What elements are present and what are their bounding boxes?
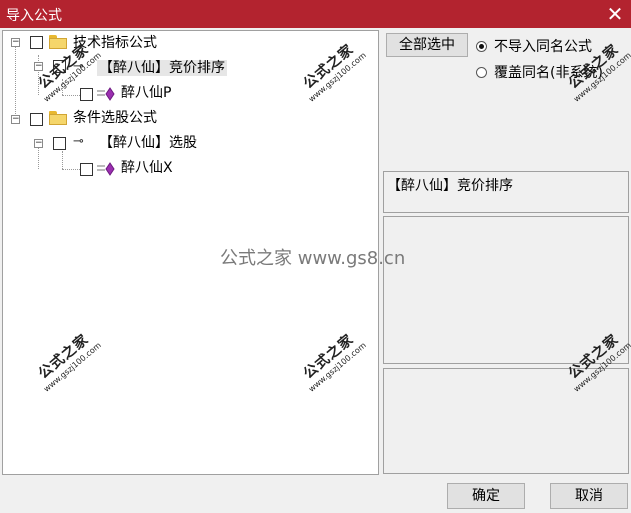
- tree-checkbox[interactable]: [30, 36, 43, 49]
- collapse-toggle[interactable]: −: [34, 62, 43, 71]
- tree-checkbox[interactable]: [53, 60, 66, 73]
- key-icon: ⊸: [73, 134, 84, 149]
- tree-item-label: 醉八仙P: [121, 85, 172, 101]
- tree-item-label: 条件选股公式: [73, 110, 157, 126]
- close-icon[interactable]: ✕: [603, 2, 627, 26]
- radio-label: 不导入同名公式: [494, 39, 592, 55]
- tree-connector: [62, 95, 80, 96]
- select-all-button[interactable]: 全部选中: [386, 33, 468, 57]
- tree-connector: [62, 151, 63, 169]
- folder-icon: [49, 35, 67, 49]
- tree-connector: [62, 169, 80, 170]
- key-icon: ⊸: [73, 59, 84, 74]
- tree-connector: [62, 79, 63, 95]
- tree-checkbox[interactable]: [30, 113, 43, 126]
- tree-item-label: 【醉八仙】选股: [99, 135, 197, 151]
- tree-item-label: 醉八仙X: [121, 160, 173, 176]
- collapse-toggle[interactable]: −: [34, 139, 43, 148]
- gem-icon: [97, 87, 115, 101]
- center-watermark: 公式之家 www.gs8.cn: [220, 248, 406, 269]
- folder-icon: [49, 111, 67, 125]
- tree-item-label: 【醉八仙】竞价排序: [97, 60, 227, 76]
- collapse-toggle[interactable]: −: [11, 115, 20, 124]
- tree-item-label: 技术指标公式: [73, 35, 157, 51]
- radio-overwrite[interactable]: 覆盖同名(非系统): [476, 62, 603, 82]
- gem-icon: [97, 162, 115, 176]
- ok-button[interactable]: 确定: [447, 483, 525, 509]
- radio-label: 覆盖同名(非系统): [494, 65, 603, 81]
- window-title: 导入公式: [6, 8, 62, 24]
- radio-no-import[interactable]: 不导入同名公式: [476, 36, 592, 56]
- options-panel: 全部选中 不导入同名公式 覆盖同名(非系统) 【醉八仙】竞价排序: [381, 30, 631, 475]
- tree-checkbox[interactable]: [53, 137, 66, 150]
- radio-button[interactable]: [476, 67, 487, 78]
- radio-button[interactable]: [476, 41, 487, 52]
- formula-name: 【醉八仙】竞价排序: [387, 178, 513, 194]
- tree-checkbox[interactable]: [80, 88, 93, 101]
- formula-detail-box[interactable]: [383, 368, 629, 474]
- tree-checkbox[interactable]: [80, 163, 93, 176]
- tree-connector: [15, 46, 16, 120]
- title-bar: 导入公式 ✕: [0, 0, 631, 28]
- collapse-toggle[interactable]: −: [11, 38, 20, 47]
- formula-name-box: 【醉八仙】竞价排序: [383, 171, 629, 213]
- cancel-button[interactable]: 取消: [550, 483, 628, 509]
- formula-desc-box[interactable]: [383, 216, 629, 364]
- tree-connector: [38, 145, 39, 169]
